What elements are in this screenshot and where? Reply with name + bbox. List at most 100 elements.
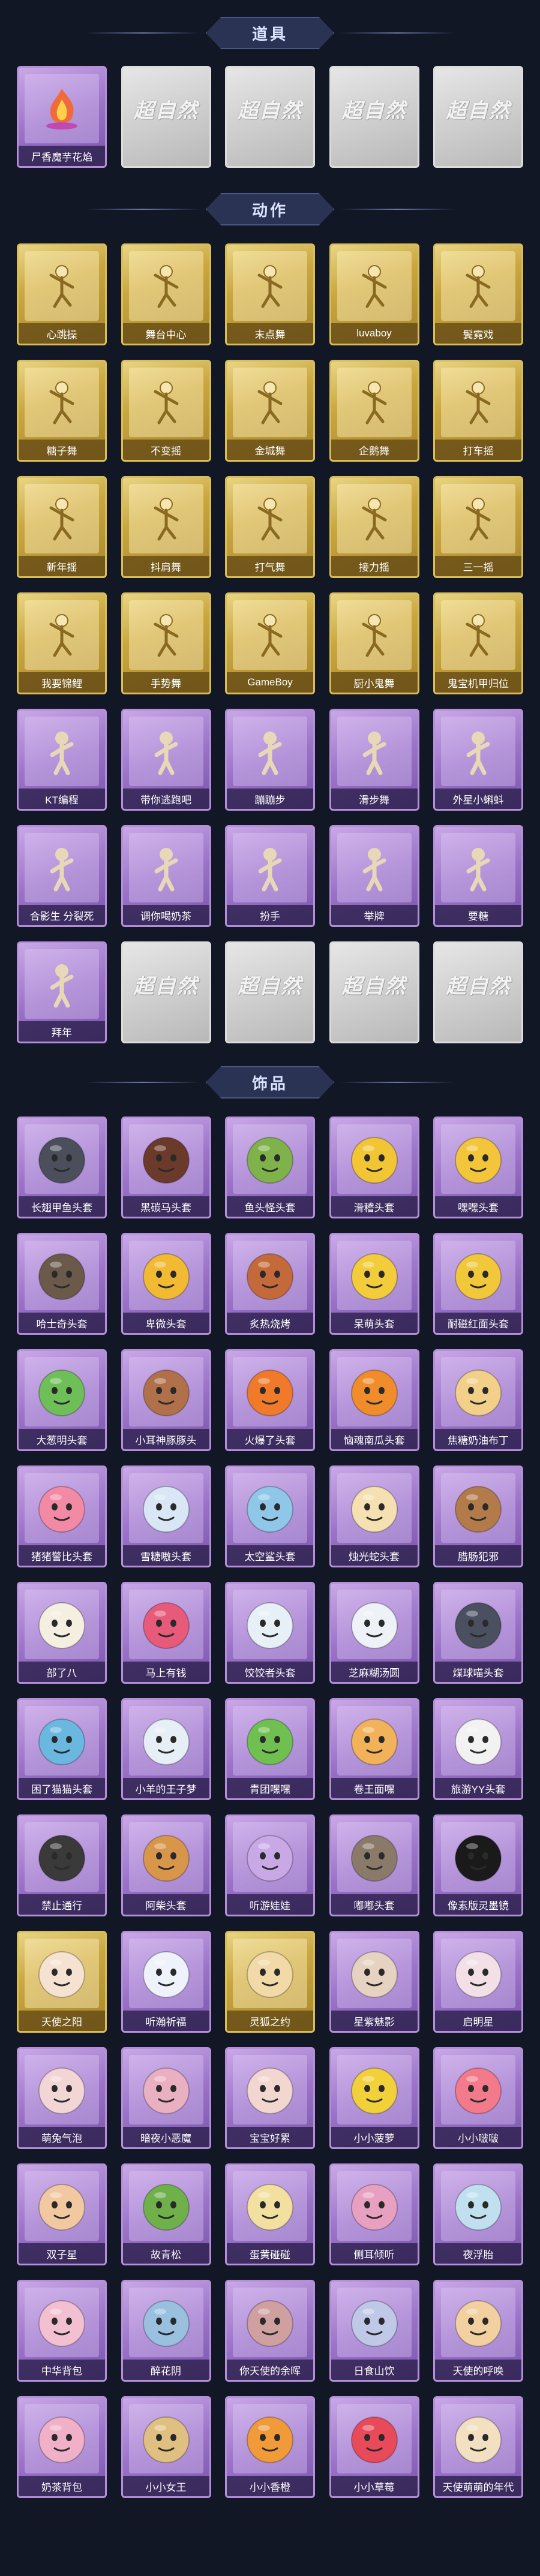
actions-item-card[interactable]: 拜年 [17, 941, 107, 1043]
accessories-item-card[interactable]: 滑稽头套 [329, 1117, 419, 1218]
accessories-item-card[interactable]: 雪糖嗷头套 [121, 1465, 211, 1567]
accessories-item-card[interactable]: 芝麻糊汤圆 [329, 1582, 419, 1684]
accessories-item-card[interactable]: 困了猫猫头套 [17, 1698, 107, 1800]
accessories-item-card[interactable]: 饺饺者头套 [225, 1582, 315, 1684]
accessories-item-card[interactable]: 夜浮胎 [433, 2163, 523, 2265]
accessories-item-card[interactable]: 日食山饮 [329, 2280, 419, 2382]
accessories-item-card[interactable]: 焦糖奶油布丁 [433, 1349, 523, 1451]
actions-item-card[interactable]: 新年摇 [17, 476, 107, 578]
accessories-item-card[interactable]: 听游娃娃 [225, 1814, 315, 1916]
actions-item-card[interactable]: 厨小鬼舞 [329, 592, 419, 694]
accessories-item-card[interactable]: 小耳神豚豚头 [121, 1349, 211, 1451]
accessories-item-card[interactable]: 暗夜小恶魔 [121, 2047, 211, 2149]
accessories-item-card[interactable]: 小小草莓 [329, 2396, 419, 2498]
props-item-card[interactable]: 超自然 [329, 66, 419, 168]
accessories-item-card[interactable]: 双子星 [17, 2163, 107, 2265]
props-item-card[interactable]: 尸香魔芋花焰 [17, 66, 107, 168]
accessories-item-card[interactable]: 炙热烧烤 [225, 1233, 315, 1335]
props-item-card[interactable]: 超自然 [121, 66, 211, 168]
actions-item-card[interactable]: 鬼宝机甲归位 [433, 592, 523, 694]
accessories-item-card[interactable]: 听瀚祈福 [121, 1931, 211, 2033]
accessories-item-card[interactable]: 部了八 [17, 1582, 107, 1684]
actions-item-card[interactable]: 超自然 [329, 941, 419, 1043]
actions-item-card[interactable]: 手势舞 [121, 592, 211, 694]
actions-item-card[interactable]: 调你喝奶茶 [121, 825, 211, 927]
accessories-item-card[interactable]: 星紫魅影 [329, 1931, 419, 2033]
actions-item-card[interactable]: 打气舞 [225, 476, 315, 578]
accessories-item-card[interactable]: 侧耳倾听 [329, 2163, 419, 2265]
actions-item-card[interactable]: 接力摇 [329, 476, 419, 578]
actions-item-card[interactable]: 举牌 [329, 825, 419, 927]
accessories-item-card[interactable]: 小羊的王子梦 [121, 1698, 211, 1800]
accessories-item-card[interactable]: 灵狐之约 [225, 1931, 315, 2033]
accessories-item-card[interactable]: 小小啵啵 [433, 2047, 523, 2149]
accessories-item-card[interactable]: 醉花阴 [121, 2280, 211, 2382]
accessories-item-card[interactable]: 你天使的余晖 [225, 2280, 315, 2382]
props-item-card[interactable]: 超自然 [225, 66, 315, 168]
accessories-item-card[interactable]: 中华背包 [17, 2280, 107, 2382]
actions-item-card[interactable]: 三一摇 [433, 476, 523, 578]
accessories-item-card[interactable]: 蛋黄碰碰 [225, 2163, 315, 2265]
actions-item-card[interactable]: 鬓霓戏 [433, 243, 523, 345]
actions-item-card[interactable]: 我要锦鲤 [17, 592, 107, 694]
accessories-item-card[interactable]: 嘟嘟头套 [329, 1814, 419, 1916]
actions-item-card[interactable]: 企鹅舞 [329, 360, 419, 462]
accessories-item-card[interactable]: 嘿嘿头套 [433, 1117, 523, 1218]
accessories-item-card[interactable]: 大葱明头套 [17, 1349, 107, 1451]
accessories-item-card[interactable]: 旅游YY头套 [433, 1698, 523, 1800]
actions-item-card[interactable]: 带你逃跑吧 [121, 709, 211, 811]
accessories-item-card[interactable]: 禁止通行 [17, 1814, 107, 1916]
actions-item-card[interactable]: 要糖 [433, 825, 523, 927]
accessories-item-card[interactable]: 猪猪警比头套 [17, 1465, 107, 1567]
accessories-item-card[interactable]: 天使之阳 [17, 1931, 107, 2033]
accessories-item-card[interactable]: 宝宝好累 [225, 2047, 315, 2149]
accessories-item-card[interactable]: 火爆了头套 [225, 1349, 315, 1451]
actions-item-card[interactable]: 扮手 [225, 825, 315, 927]
accessories-item-card[interactable]: 长翅甲鱼头套 [17, 1117, 107, 1218]
accessories-item-card[interactable]: 萌兔气泡 [17, 2047, 107, 2149]
accessories-item-card[interactable]: 腊肠犯邪 [433, 1465, 523, 1567]
accessories-item-card[interactable]: 黑碳马头套 [121, 1117, 211, 1218]
accessories-item-card[interactable]: 恼魂南瓜头套 [329, 1349, 419, 1451]
accessories-item-card[interactable]: 卷王面嘿 [329, 1698, 419, 1800]
accessories-item-card[interactable]: 马上有钱 [121, 1582, 211, 1684]
actions-item-card[interactable]: 超自然 [121, 941, 211, 1043]
actions-item-card[interactable]: 末点舞 [225, 243, 315, 345]
accessories-item-card[interactable]: 呆萌头套 [329, 1233, 419, 1335]
accessories-item-card[interactable]: 哈士奇头套 [17, 1233, 107, 1335]
actions-item-card[interactable]: 合影生 分裂死 [17, 825, 107, 927]
actions-item-card[interactable]: GameBoy [225, 592, 315, 694]
actions-item-card[interactable]: 舞台中心 [121, 243, 211, 345]
actions-item-card[interactable]: 糖子舞 [17, 360, 107, 462]
props-item-card[interactable]: 超自然 [433, 66, 523, 168]
actions-item-card[interactable]: KT编程 [17, 709, 107, 811]
accessories-item-card[interactable]: 小小香橙 [225, 2396, 315, 2498]
accessories-item-card[interactable]: 鱼头怪头套 [225, 1117, 315, 1218]
accessories-item-card[interactable]: 青团嘿嘿 [225, 1698, 315, 1800]
actions-item-card[interactable]: 抖肩舞 [121, 476, 211, 578]
actions-item-card[interactable]: 不变摇 [121, 360, 211, 462]
accessories-item-card[interactable]: 煤球喵头套 [433, 1582, 523, 1684]
accessories-item-card[interactable]: 像素版灵墨镜 [433, 1814, 523, 1916]
accessories-item-card[interactable]: 奶茶背包 [17, 2396, 107, 2498]
accessories-item-card[interactable]: 天使萌萌的年代 [433, 2396, 523, 2498]
accessories-item-card[interactable]: 小小女王 [121, 2396, 211, 2498]
actions-item-card[interactable]: 超自然 [225, 941, 315, 1043]
actions-item-card[interactable]: 滑步舞 [329, 709, 419, 811]
accessories-item-card[interactable]: 耐磁红面头套 [433, 1233, 523, 1335]
accessories-item-card[interactable]: 小小菠萝 [329, 2047, 419, 2149]
accessories-item-card[interactable]: 天使的呼唤 [433, 2280, 523, 2382]
accessories-item-card[interactable]: 卑微头套 [121, 1233, 211, 1335]
actions-item-card[interactable]: 心跳操 [17, 243, 107, 345]
actions-item-card[interactable]: 蹦蹦步 [225, 709, 315, 811]
accessories-item-card[interactable]: 太空鲨头套 [225, 1465, 315, 1567]
accessories-item-card[interactable]: 烛光蛇头套 [329, 1465, 419, 1567]
accessories-item-card[interactable]: 阿柴头套 [121, 1814, 211, 1916]
actions-item-card[interactable]: 外星小蝌蚪 [433, 709, 523, 811]
actions-item-card[interactable]: 打车摇 [433, 360, 523, 462]
actions-item-card[interactable]: 金城舞 [225, 360, 315, 462]
accessories-item-card[interactable]: 故青松 [121, 2163, 211, 2265]
actions-item-card[interactable]: luvaboy [329, 243, 419, 345]
accessories-item-card[interactable]: 启明星 [433, 1931, 523, 2033]
actions-item-card[interactable]: 超自然 [433, 941, 523, 1043]
